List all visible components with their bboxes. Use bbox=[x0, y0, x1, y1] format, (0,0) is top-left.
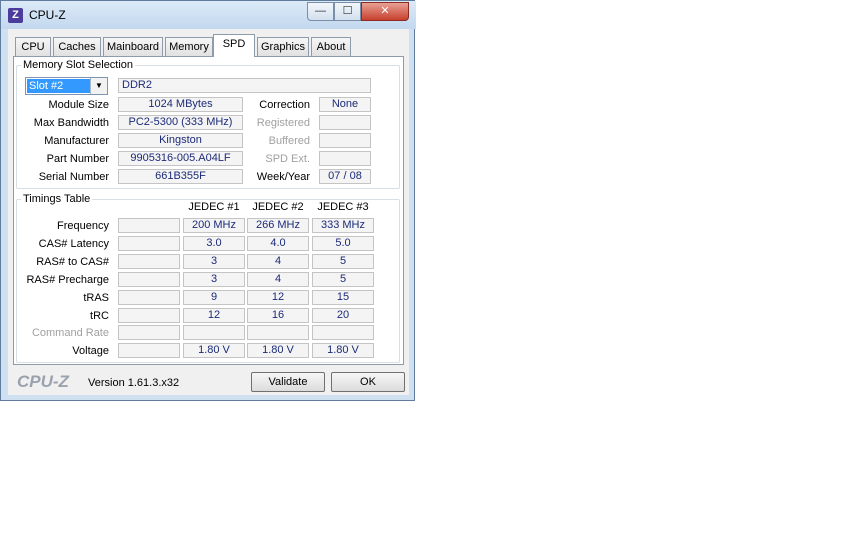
timing-extra-cell bbox=[118, 218, 180, 233]
timing-extra-cell bbox=[118, 290, 180, 305]
timing-cell: 9 bbox=[183, 290, 245, 305]
week-year-value: 07 / 08 bbox=[319, 169, 371, 184]
timing-cell: 12 bbox=[183, 308, 245, 323]
timing-cell: 266 MHz bbox=[247, 218, 309, 233]
memory-slot-legend: Memory Slot Selection bbox=[23, 59, 134, 71]
manufacturer-value: Kingston bbox=[118, 133, 243, 148]
tab-cpu[interactable]: CPU bbox=[15, 37, 51, 56]
correction-value: None bbox=[319, 97, 371, 112]
memory-type-value: DDR2 bbox=[118, 78, 371, 93]
timing-cell: 4.0 bbox=[247, 236, 309, 251]
timing-extra-cell bbox=[118, 254, 180, 269]
client-area: CPU Caches Mainboard Memory SPD Graphics… bbox=[8, 29, 409, 395]
spd-ext-value bbox=[319, 151, 371, 166]
timing-extra-cell bbox=[118, 308, 180, 323]
tab-graphics[interactable]: Graphics bbox=[257, 37, 309, 56]
title-bar[interactable]: Z CPU-Z — ☐ ✕ bbox=[1, 1, 416, 29]
registered-label: Registered bbox=[256, 117, 310, 129]
timing-extra-cell bbox=[118, 272, 180, 287]
cpuz-app-icon: Z bbox=[8, 8, 23, 23]
timing-row-label: tRAS bbox=[83, 292, 109, 304]
timing-cell: 12 bbox=[247, 290, 309, 305]
spd-ext-label: SPD Ext. bbox=[265, 153, 310, 165]
maximize-button[interactable]: ☐ bbox=[334, 2, 361, 21]
jedec3-header: JEDEC #3 bbox=[317, 201, 369, 213]
timing-row-label: CAS# Latency bbox=[38, 238, 109, 250]
tab-spd[interactable]: SPD bbox=[213, 34, 255, 57]
part-number-value: 9905316-005.A04LF bbox=[118, 151, 243, 166]
buffered-value bbox=[319, 133, 371, 148]
timing-cell: 1.80 V bbox=[312, 343, 374, 358]
tab-about[interactable]: About bbox=[311, 37, 351, 56]
ok-button[interactable]: OK bbox=[331, 372, 405, 392]
timing-cell bbox=[183, 325, 245, 340]
buffered-label: Buffered bbox=[268, 135, 310, 147]
registered-value bbox=[319, 115, 371, 130]
timing-extra-cell bbox=[118, 236, 180, 251]
tab-caches[interactable]: Caches bbox=[53, 37, 101, 56]
cpu-z-window: Z CPU-Z — ☐ ✕ CPU Caches Mainboard Memor… bbox=[0, 0, 416, 401]
part-number-label: Part Number bbox=[46, 153, 109, 165]
window-title: CPU-Z bbox=[29, 8, 66, 22]
timing-extra-cell bbox=[118, 343, 180, 358]
manufacturer-label: Manufacturer bbox=[44, 135, 109, 147]
timing-cell: 5 bbox=[312, 272, 374, 287]
max-bandwidth-label: Max Bandwidth bbox=[33, 117, 109, 129]
week-year-label: Week/Year bbox=[256, 171, 310, 183]
timing-row-label: RAS# Precharge bbox=[26, 274, 109, 286]
validate-button[interactable]: Validate bbox=[251, 372, 325, 392]
correction-label: Correction bbox=[259, 99, 310, 111]
jedec2-header: JEDEC #2 bbox=[252, 201, 304, 213]
timing-cell: 3 bbox=[183, 272, 245, 287]
timing-cell: 5.0 bbox=[312, 236, 374, 251]
timings-legend: Timings Table bbox=[23, 193, 91, 205]
max-bandwidth-value: PC2-5300 (333 MHz) bbox=[118, 115, 243, 130]
timing-extra-cell bbox=[118, 325, 180, 340]
tab-memory[interactable]: Memory bbox=[165, 37, 213, 56]
timing-cell: 5 bbox=[312, 254, 374, 269]
slot-selected-value: Slot #2 bbox=[27, 79, 92, 93]
timing-row-label: Command Rate bbox=[31, 327, 109, 339]
slot-dropdown[interactable]: Slot #2 ▼ bbox=[25, 77, 108, 95]
timing-cell bbox=[312, 325, 374, 340]
timing-cell: 20 bbox=[312, 308, 374, 323]
timing-cell: 4 bbox=[247, 254, 309, 269]
minimize-button[interactable]: — bbox=[307, 2, 334, 21]
module-size-label: Module Size bbox=[48, 99, 109, 111]
cpuz-brand-logo: CPU-Z bbox=[17, 372, 69, 391]
version-text: Version 1.61.3.x32 bbox=[88, 377, 180, 389]
timing-row-label: RAS# to CAS# bbox=[36, 256, 109, 268]
jedec1-header: JEDEC #1 bbox=[188, 201, 240, 213]
close-button[interactable]: ✕ bbox=[361, 2, 409, 21]
timing-cell: 333 MHz bbox=[312, 218, 374, 233]
serial-number-label: Serial Number bbox=[38, 171, 109, 183]
timing-cell: 3 bbox=[183, 254, 245, 269]
timing-cell: 1.80 V bbox=[247, 343, 309, 358]
timing-cell: 200 MHz bbox=[183, 218, 245, 233]
chevron-down-icon[interactable]: ▼ bbox=[90, 78, 107, 94]
timing-cell bbox=[247, 325, 309, 340]
timing-cell: 3.0 bbox=[183, 236, 245, 251]
serial-number-value: 661B355F bbox=[118, 169, 243, 184]
timing-row-label: Voltage bbox=[72, 345, 109, 357]
timing-cell: 15 bbox=[312, 290, 374, 305]
tab-mainboard[interactable]: Mainboard bbox=[103, 37, 163, 56]
timing-row-label: Frequency bbox=[57, 220, 109, 232]
timing-cell: 16 bbox=[247, 308, 309, 323]
module-size-value: 1024 MBytes bbox=[118, 97, 243, 112]
timing-cell: 4 bbox=[247, 272, 309, 287]
timing-row-label: tRC bbox=[90, 310, 109, 322]
timing-cell: 1.80 V bbox=[183, 343, 245, 358]
